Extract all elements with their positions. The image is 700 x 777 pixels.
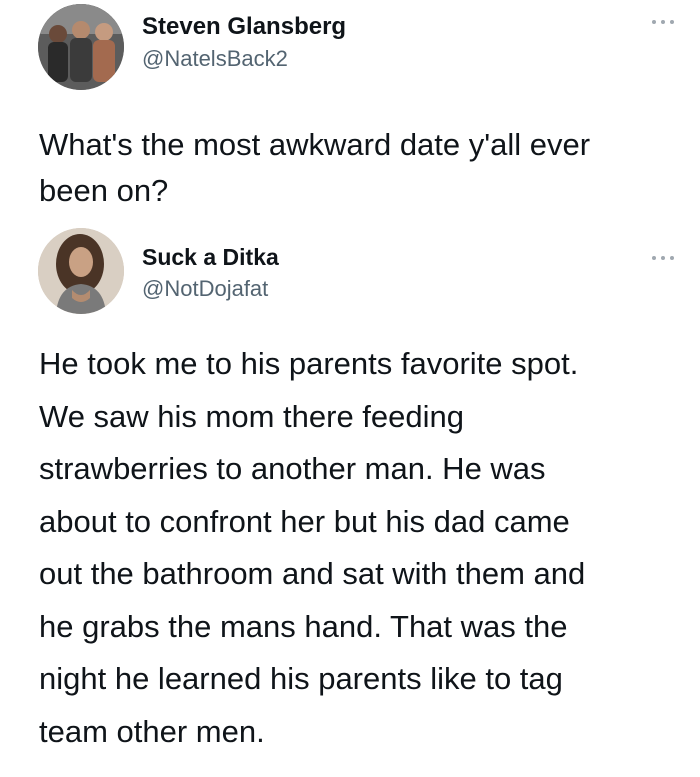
- more-horizontal-icon: [652, 20, 674, 24]
- reply-tweet-text: He took me to his parents favorite spot.…: [39, 346, 586, 749]
- original-author-handle[interactable]: @NatelsBack2: [142, 46, 288, 72]
- original-author-avatar[interactable]: [38, 4, 124, 90]
- profile-photo-avatar-icon: [38, 228, 124, 314]
- reply-tweet-header: Suck a Ditka @NotDojafat: [38, 226, 678, 322]
- original-tweet-text: What's the most awkward date y'all ever …: [39, 127, 591, 208]
- screenshot-canvas: Steven Glansberg @NatelsBack2 What's the…: [0, 0, 700, 777]
- original-tweet-header: Steven Glansberg @NatelsBack2: [38, 0, 678, 96]
- reply-author-name[interactable]: Suck a Ditka: [142, 244, 279, 271]
- group-photo-avatar-icon: [38, 4, 124, 90]
- original-tweet-more-button[interactable]: [648, 12, 678, 32]
- reply-author-avatar[interactable]: [38, 228, 124, 314]
- reply-author-handle[interactable]: @NotDojafat: [142, 276, 268, 302]
- reply-tweet-more-button[interactable]: [648, 248, 678, 268]
- more-horizontal-icon: [652, 256, 674, 260]
- original-author-name[interactable]: Steven Glansberg: [142, 13, 346, 41]
